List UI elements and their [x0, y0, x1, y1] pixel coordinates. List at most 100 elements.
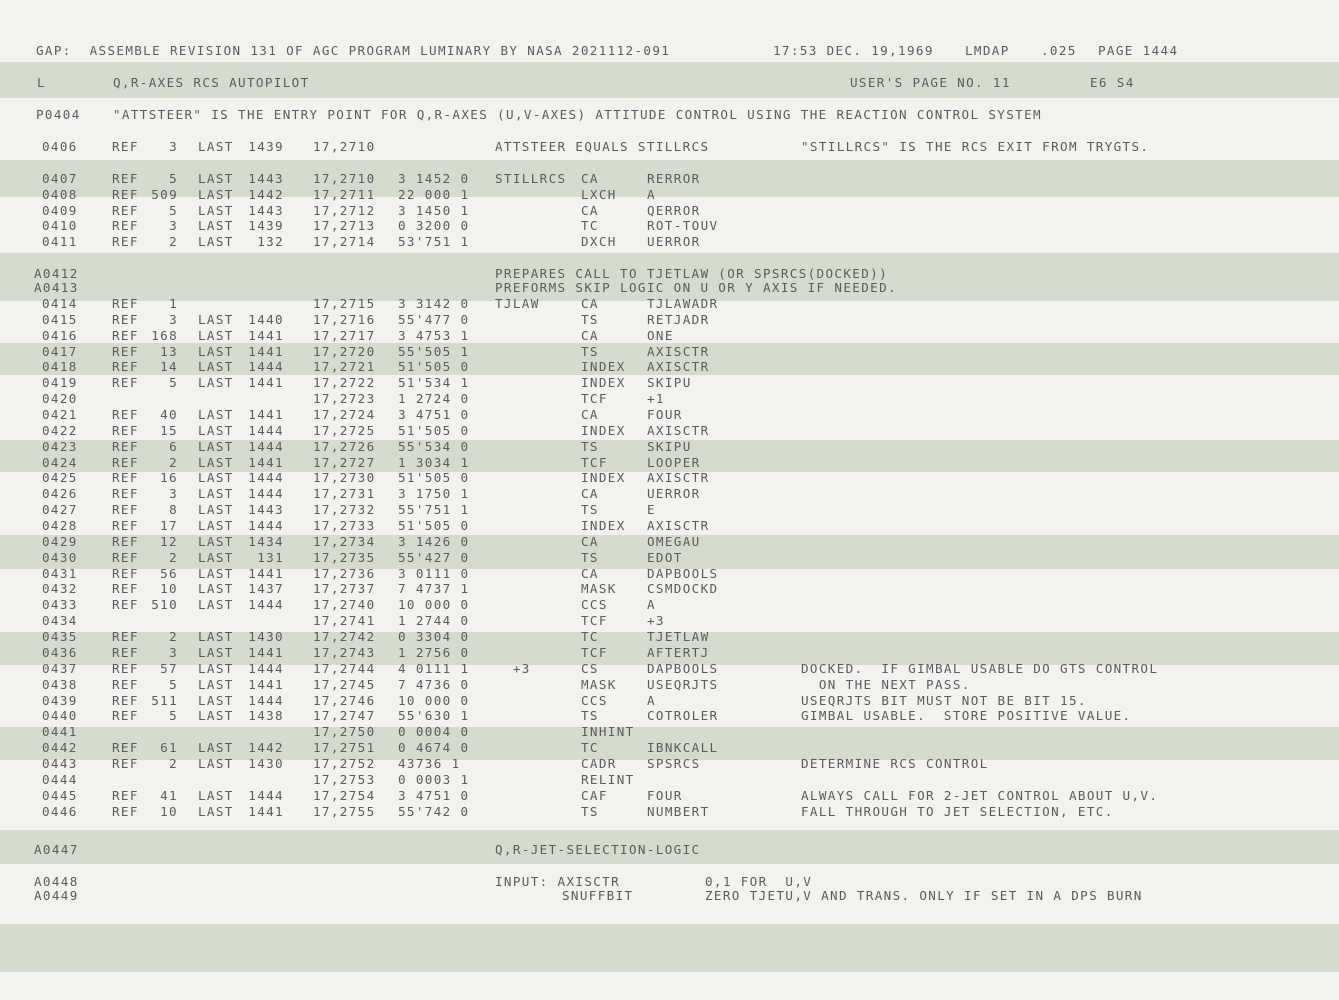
opcode: RELINT: [581, 772, 635, 787]
octal-word: 3 0111 0: [398, 566, 470, 581]
opcode: CAF: [581, 788, 608, 803]
operand: TJETLAW: [647, 629, 710, 644]
last-label: LAST: [198, 740, 234, 755]
octal-word: 3 1452 0: [398, 171, 470, 186]
line-number: 0425: [42, 470, 78, 485]
ref-label: REF: [112, 740, 139, 755]
line-number: 0410: [42, 218, 78, 233]
ref-count: 3: [169, 486, 178, 501]
line-number: 0423: [42, 439, 78, 454]
ref-label: REF: [112, 629, 139, 644]
octal-word: 3 1426 0: [398, 534, 470, 549]
octal-word: 55'427 0: [398, 550, 470, 565]
ref-label: REF: [112, 203, 139, 218]
line-number: A0412: [34, 266, 79, 281]
last-page: 1430: [248, 756, 284, 771]
ref-label: REF: [112, 312, 139, 327]
last-label: LAST: [198, 455, 234, 470]
operand: UERROR: [647, 234, 701, 249]
last-label: LAST: [198, 359, 234, 374]
last-page: 1444: [248, 359, 284, 374]
last-page: 1443: [248, 171, 284, 186]
ref-count: 13: [160, 344, 178, 359]
address: 17,2752: [313, 756, 376, 771]
line-number: 0415: [42, 312, 78, 327]
operand: FOUR: [647, 407, 683, 422]
line-number: 0426: [42, 486, 78, 501]
last-label: LAST: [198, 502, 234, 517]
ref-count: 5: [169, 708, 178, 723]
last-label: LAST: [198, 645, 234, 660]
last-page: 1441: [248, 566, 284, 581]
ref-label: REF: [112, 407, 139, 422]
last-page: 1444: [248, 661, 284, 676]
line-number: 0446: [42, 804, 78, 819]
opcode: INDEX: [581, 359, 626, 374]
ref-label: REF: [112, 645, 139, 660]
last-label: LAST: [198, 407, 234, 422]
ref-label: REF: [112, 470, 139, 485]
last-page: 1430: [248, 629, 284, 644]
ref-count: 5: [169, 677, 178, 692]
operand: OMEGAU: [647, 534, 701, 549]
last-label: LAST: [198, 218, 234, 233]
octal-word: 10 000 0: [398, 693, 470, 708]
operand: ONE: [647, 328, 674, 343]
last-page: 1441: [248, 645, 284, 660]
ref-label: REF: [112, 218, 139, 233]
opcode: MASK: [581, 581, 617, 596]
octal-word: 1 2724 0: [398, 391, 470, 406]
address: 17,2736: [313, 566, 376, 581]
input-label: INPUT: AXISCTR: [495, 874, 621, 889]
last-label: LAST: [198, 804, 234, 819]
address: 17,2727: [313, 455, 376, 470]
ref-label: REF: [112, 439, 139, 454]
address: 17,2721: [313, 359, 376, 374]
address: 17,2715: [313, 296, 376, 311]
address: 17,2734: [313, 534, 376, 549]
last-page: 1439: [248, 218, 284, 233]
ref-count: 2: [169, 455, 178, 470]
last-label: LAST: [198, 756, 234, 771]
address: 17,2724: [313, 407, 376, 422]
ref-label: REF: [112, 550, 139, 565]
octal-word: 55'751 1: [398, 502, 470, 517]
address: 17,2731: [313, 486, 376, 501]
user-page: USER'S PAGE NO. 11: [850, 75, 1011, 90]
last-page: 1444: [248, 693, 284, 708]
octal-word: 51'505 0: [398, 518, 470, 533]
last-page: 1441: [248, 407, 284, 422]
operand: DAPBOOLS: [647, 661, 719, 676]
operand: SKIPU: [647, 375, 692, 390]
address: 17,2754: [313, 788, 376, 803]
line-number: 0414: [42, 296, 78, 311]
opcode: TCF: [581, 645, 608, 660]
line-number: A0449: [34, 888, 79, 903]
opcode: CA: [581, 328, 599, 343]
operand: ROT-TOUV: [647, 218, 719, 233]
address: 17,2740: [313, 597, 376, 612]
octal-word: 55'477 0: [398, 312, 470, 327]
address: 17,2717: [313, 328, 376, 343]
last-page: 1444: [248, 597, 284, 612]
comment-text: "STILLRCS" IS THE RCS EXIT FROM TRYGTS.: [801, 139, 1150, 154]
octal-word: 0 0003 1: [398, 772, 470, 787]
opcode: CA: [581, 534, 599, 549]
address: 17,2742: [313, 629, 376, 644]
ref-count: 510: [151, 597, 178, 612]
line-number: 0429: [42, 534, 78, 549]
octal-word: 55'534 0: [398, 439, 470, 454]
address: 17,2743: [313, 645, 376, 660]
octal-word: 43736 1: [398, 756, 461, 771]
address: 17,2710: [313, 171, 376, 186]
ref-label: REF: [112, 518, 139, 533]
last-label: LAST: [198, 328, 234, 343]
ref-count: 40: [160, 407, 178, 422]
operand: LOOPER: [647, 455, 701, 470]
operand: IBNKCALL: [647, 740, 719, 755]
last-label: LAST: [198, 187, 234, 202]
address: 17,2712: [313, 203, 376, 218]
opcode: TC: [581, 629, 599, 644]
address: 17,2746: [313, 693, 376, 708]
operand: AXISCTR: [647, 423, 710, 438]
